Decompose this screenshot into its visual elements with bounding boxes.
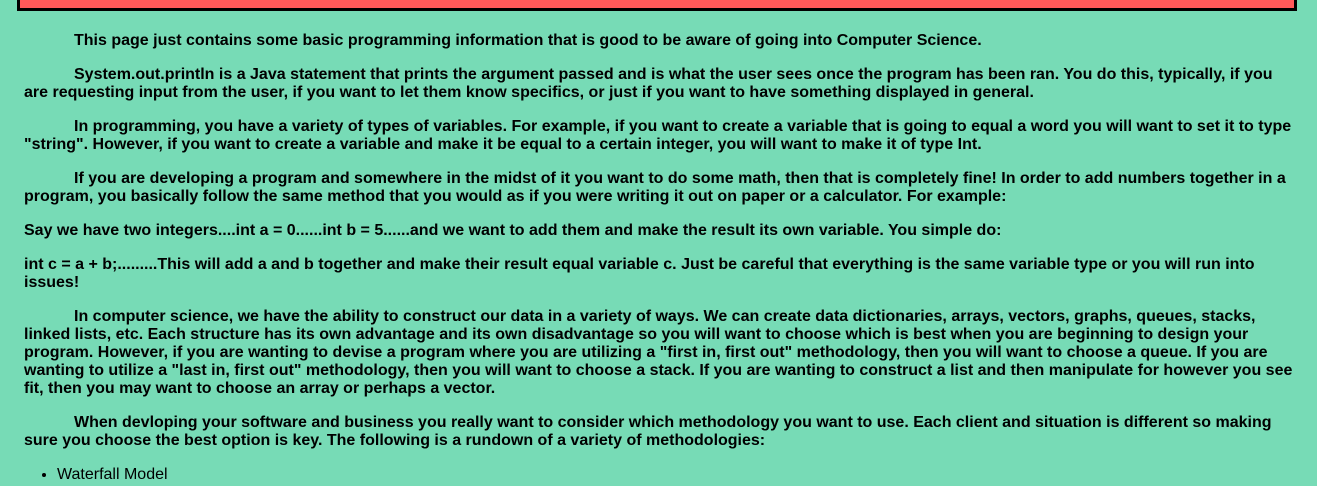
println-paragraph: System.out.println is a Java statement t… xyxy=(24,66,1273,101)
variables-paragraph: In programming, you have a variety of ty… xyxy=(24,118,1292,153)
example-setup-paragraph: Say we have two integers....int a = 0...… xyxy=(24,222,1002,239)
methodology-list: Waterfall Model xyxy=(24,466,1294,484)
math-paragraph: If you are developing a program and some… xyxy=(24,170,1286,205)
data-structures-paragraph: In computer science, we have the ability… xyxy=(24,308,1293,397)
example-code-paragraph: int c = a + b;.........This will add a a… xyxy=(24,256,1255,291)
methodologies-paragraph: When devloping your software and busines… xyxy=(24,414,1272,449)
main-content: This page just contains some basic progr… xyxy=(24,32,1294,484)
intro-paragraph: This page just contains some basic progr… xyxy=(74,32,982,49)
list-item: Waterfall Model xyxy=(57,466,1294,484)
header-banner xyxy=(17,0,1297,11)
